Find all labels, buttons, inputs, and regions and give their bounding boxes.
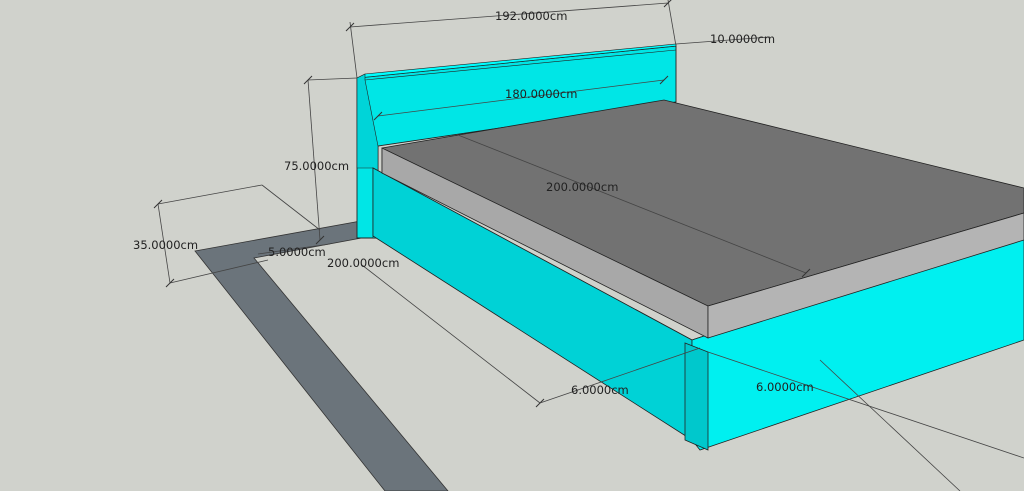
frame-offset-label: 5.0000cm [268, 245, 326, 259]
headboard-height-label: 75.0000cm [284, 159, 349, 173]
inner-width-label: 180.0000cm [505, 87, 577, 101]
headboard-width-label: 192.0000cm [495, 9, 567, 23]
base-length-label: 200.0000cm [327, 256, 399, 270]
headboard-thickness-label: 10.0000cm [710, 32, 775, 46]
base-height-label: 35.0000cm [133, 238, 198, 252]
leg-depth-label: 6.0000cm [571, 383, 629, 397]
mattress-length-label: 200.0000cm [546, 180, 618, 194]
leg-width-label: 6.0000cm [756, 380, 814, 394]
bed-model-viewport: 192.0000cm 10.0000cm 180.0000cm 75.0000c… [133, 0, 1024, 491]
